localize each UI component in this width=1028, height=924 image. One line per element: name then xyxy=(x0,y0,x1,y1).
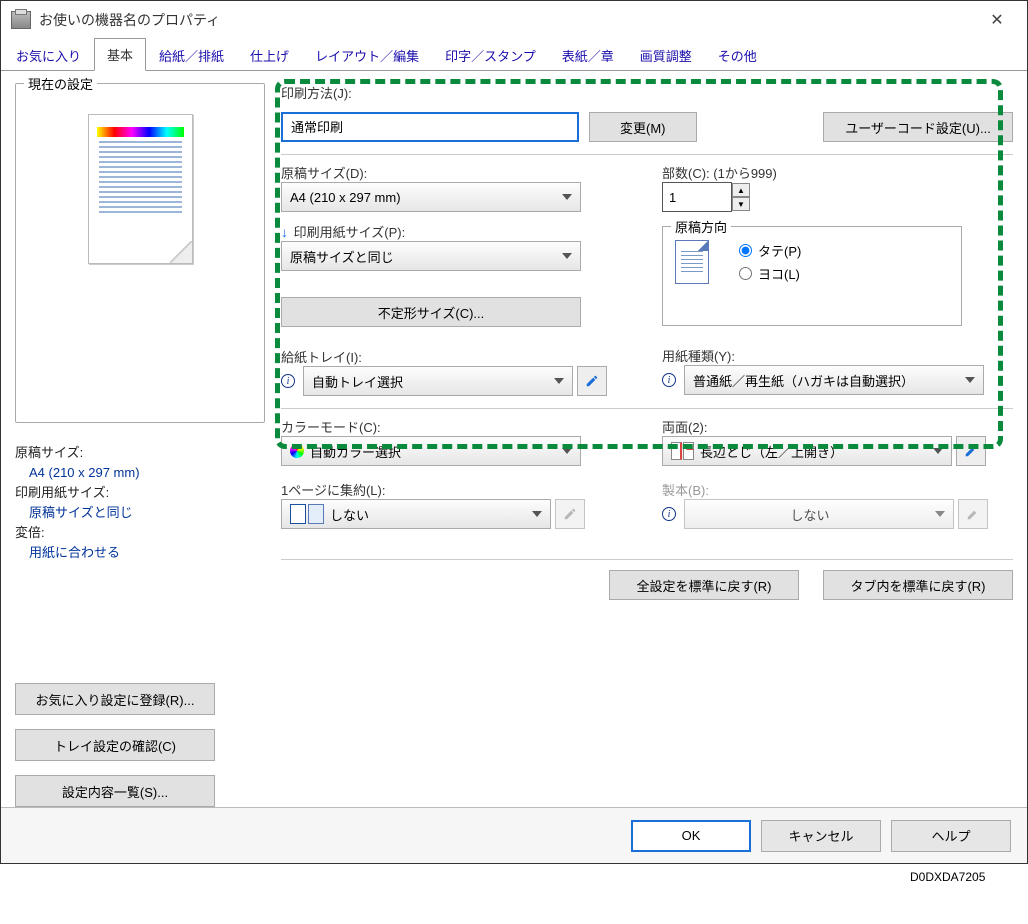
titlebar: お使いの機器名のプロパティ ✕ xyxy=(1,1,1027,39)
chevron-down-icon xyxy=(562,194,572,200)
job-type-row: 通常印刷 変更(M) ユーザーコード設定(U)... xyxy=(281,112,1013,142)
left-panel: 現在の設定 原稿サイズ: A4 (210 x 297 mm) 印刷用紙サイズ: … xyxy=(15,83,265,811)
reset-all-button[interactable]: 全設定を標準に戻す(R) xyxy=(609,570,799,600)
nup-icon xyxy=(290,504,324,524)
color-mode-label: カラーモード(C): xyxy=(281,417,632,436)
printer-icon xyxy=(11,11,31,29)
current-settings-legend: 現在の設定 xyxy=(24,74,97,93)
copies-label: 部数(C): (1から999) xyxy=(662,163,1013,182)
booklet-select: しない xyxy=(684,499,954,529)
cancel-button[interactable]: キャンセル xyxy=(761,820,881,852)
tab-basic[interactable]: 基本 xyxy=(94,38,146,71)
arrow-down-icon: ↓ xyxy=(281,224,288,240)
tab-favorites[interactable]: お気に入り xyxy=(3,39,94,71)
register-favorite-button[interactable]: お気に入り設定に登録(R)... xyxy=(15,683,215,715)
tab-cover[interactable]: 表紙／章 xyxy=(549,39,627,71)
color-mode-select[interactable]: 自動カラー選択 xyxy=(281,436,581,466)
orientation-legend: 原稿方向 xyxy=(671,217,731,236)
content-area: 現在の設定 原稿サイズ: A4 (210 x 297 mm) 印刷用紙サイズ: … xyxy=(1,71,1027,811)
separator-2 xyxy=(281,408,1013,409)
settings-list-button[interactable]: 設定内容一覧(S)... xyxy=(15,775,215,807)
doc-size-label: 原稿サイズ(D): xyxy=(281,163,632,182)
chevron-down-icon xyxy=(965,377,975,383)
duplex-edit-button[interactable] xyxy=(956,436,986,466)
info-icon: i xyxy=(662,373,676,387)
paper-type-row: i 普通紙／再生紙（ハガキは自動選択） xyxy=(662,365,1013,395)
help-button[interactable]: ヘルプ xyxy=(891,820,1011,852)
tab-other[interactable]: その他 xyxy=(705,39,770,71)
chevron-down-icon xyxy=(554,378,564,384)
landscape-radio[interactable]: ヨコ(L) xyxy=(739,264,801,283)
left-buttons: お気に入り設定に登録(R)... トレイ設定の確認(C) 設定内容一覧(S)..… xyxy=(15,683,265,821)
separator-3 xyxy=(281,559,1013,560)
reset-tab-button[interactable]: タブ内を標準に戻す(R) xyxy=(823,570,1013,600)
tray-label: 給紙トレイ(I): xyxy=(281,347,632,366)
summary-zoom-value: 用紙に合わせる xyxy=(15,543,265,563)
tray-select[interactable]: 自動トレイ選択 xyxy=(303,366,573,396)
paper-type-select[interactable]: 普通紙／再生紙（ハガキは自動選択） xyxy=(684,365,984,395)
ok-button[interactable]: OK xyxy=(631,820,751,852)
info-icon: i xyxy=(281,374,295,388)
window-title: お使いの機器名のプロパティ xyxy=(39,10,977,30)
duplex-label: 両面(2): xyxy=(662,417,1013,436)
color-wheel-icon xyxy=(290,444,304,458)
chevron-down-icon xyxy=(532,511,542,517)
close-button[interactable]: ✕ xyxy=(977,5,1017,35)
print-size-label-row: ↓ 印刷用紙サイズ(P): xyxy=(281,222,632,241)
tray-row: i 自動トレイ選択 xyxy=(281,366,632,396)
tab-bar: お気に入り 基本 給紙／排紙 仕上げ レイアウト／編集 印字／スタンプ 表紙／章… xyxy=(1,39,1027,71)
portrait-radio[interactable]: タテ(P) xyxy=(739,241,801,260)
copies-up-button[interactable]: ▲ xyxy=(732,183,750,197)
chevron-down-icon xyxy=(933,448,943,454)
doc-size-select[interactable]: A4 (210 x 297 mm) xyxy=(281,182,581,212)
dialog-window: お使いの機器名のプロパティ ✕ お気に入り 基本 給紙／排紙 仕上げ レイアウト… xyxy=(0,0,1028,864)
nup-select[interactable]: しない xyxy=(281,499,551,529)
custom-size-button[interactable]: 不定形サイズ(C)... xyxy=(281,297,581,327)
image-id-tag: D0DXDA7205 xyxy=(910,870,1022,924)
copies-column: 部数(C): (1から999) ▲ ▼ 原稿方向 xyxy=(662,163,1013,396)
chevron-down-icon xyxy=(562,253,572,259)
nup-label: 1ページに集約(L): xyxy=(281,480,632,499)
copies-spinbox: ▲ ▼ xyxy=(662,182,1013,212)
separator-1 xyxy=(281,154,1013,155)
usercode-button[interactable]: ユーザーコード設定(U)... xyxy=(823,112,1013,142)
preview-thumbnail xyxy=(88,114,193,264)
print-size-select[interactable]: 原稿サイズと同じ xyxy=(281,241,581,271)
tab-quality[interactable]: 画質調整 xyxy=(627,39,705,71)
info-icon: i xyxy=(662,507,676,521)
nup-edit-button xyxy=(555,499,585,529)
job-type-label: 印刷方法(J): xyxy=(281,83,1013,102)
job-type-value[interactable]: 通常印刷 xyxy=(281,112,579,142)
current-settings-group: 現在の設定 xyxy=(15,83,265,423)
summary-printsize-value: 原稿サイズと同じ xyxy=(15,503,265,523)
copies-down-button[interactable]: ▼ xyxy=(732,197,750,211)
tab-stamp[interactable]: 印字／スタンプ xyxy=(432,39,549,71)
summary-printsize-label: 印刷用紙サイズ: xyxy=(15,483,265,503)
booklet-label: 製本(B): xyxy=(662,480,1013,499)
job-change-button[interactable]: 変更(M) xyxy=(589,112,697,142)
booklet-edit-button xyxy=(958,499,988,529)
copies-input[interactable] xyxy=(662,182,732,212)
tab-layout[interactable]: レイアウト／編集 xyxy=(302,39,432,71)
print-size-label: 印刷用紙サイズ(P): xyxy=(294,225,406,240)
tab-finish[interactable]: 仕上げ xyxy=(237,39,302,71)
page-orientation-icon xyxy=(675,240,709,284)
orientation-group: 原稿方向 タテ(P) ヨコ(L) xyxy=(662,226,962,326)
size-column: 原稿サイズ(D): A4 (210 x 297 mm) ↓ 印刷用紙サイズ(P)… xyxy=(281,163,632,396)
paper-type-label: 用紙種類(Y): xyxy=(662,346,1013,365)
duplex-select[interactable]: 長辺とじ（左／上開き） xyxy=(662,436,952,466)
tab-paper[interactable]: 給紙／排紙 xyxy=(146,39,237,71)
summary-docsize-value: A4 (210 x 297 mm) xyxy=(15,463,265,483)
summary-docsize-label: 原稿サイズ: xyxy=(15,443,265,463)
confirm-tray-button[interactable]: トレイ設定の確認(C) xyxy=(15,729,215,761)
chevron-down-icon xyxy=(562,448,572,454)
right-panel: 印刷方法(J): 通常印刷 変更(M) ユーザーコード設定(U)... 原稿サイ… xyxy=(265,83,1013,811)
dialog-footer: OK キャンセル ヘルプ xyxy=(1,807,1027,863)
tray-edit-button[interactable] xyxy=(577,366,607,396)
chevron-down-icon xyxy=(935,511,945,517)
summary-zoom-label: 変倍: xyxy=(15,523,265,543)
settings-summary: 原稿サイズ: A4 (210 x 297 mm) 印刷用紙サイズ: 原稿サイズと… xyxy=(15,443,265,563)
duplex-icon xyxy=(671,442,694,460)
